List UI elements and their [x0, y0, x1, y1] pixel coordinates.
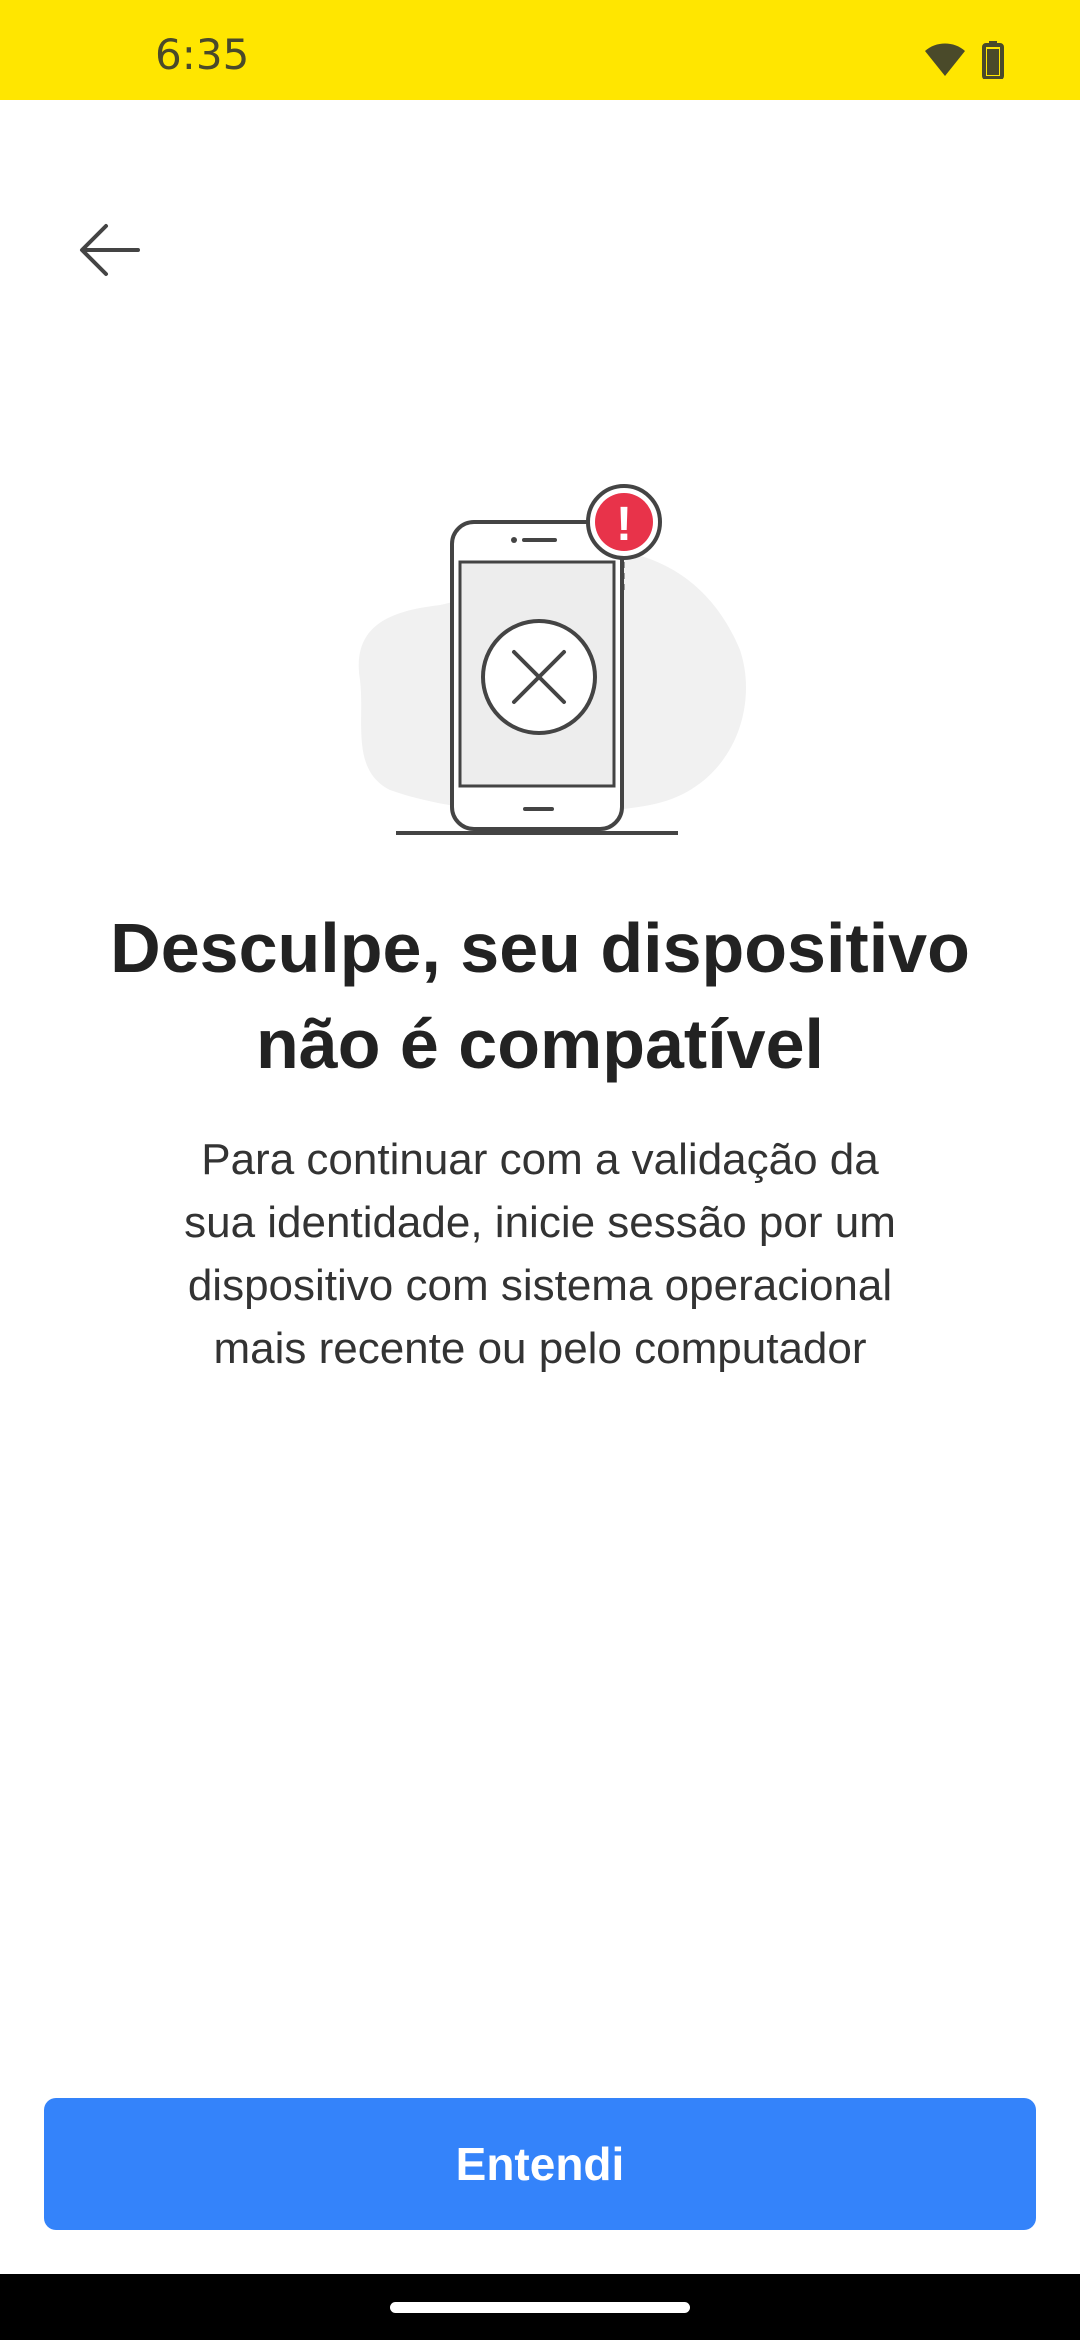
page-title: Desculpe, seu dispositivo não é compatív… — [60, 900, 1020, 1092]
alert-badge-icon: ! — [616, 498, 632, 551]
description-line-4: mais recente ou pelo computador — [213, 1324, 867, 1373]
wifi-icon — [925, 43, 965, 76]
status-icons — [924, 40, 1004, 80]
understood-button[interactable]: Entendi — [44, 2098, 1036, 2230]
description-line-1: Para continuar com a validação da — [201, 1135, 879, 1184]
home-indicator[interactable] — [390, 2302, 690, 2313]
title-line-2: não é compatível — [256, 1005, 824, 1083]
incompatible-device-illustration: ! — [330, 470, 750, 850]
arrow-left-icon — [80, 224, 140, 276]
status-time: 6:35 — [155, 30, 250, 79]
status-bar: 6:35 — [0, 0, 1080, 100]
battery-icon — [982, 41, 1004, 79]
incompatible-phone-illustration: ! — [358, 484, 746, 835]
back-button[interactable] — [60, 200, 160, 300]
page-description: Para continuar com a validação da sua id… — [120, 1128, 960, 1380]
description-line-3: dispositivo com sistema operacional — [187, 1261, 893, 1310]
title-line-1: Desculpe, seu dispositivo — [110, 909, 970, 987]
description-line-2: sua identidade, inicie sessão por um — [184, 1198, 896, 1247]
